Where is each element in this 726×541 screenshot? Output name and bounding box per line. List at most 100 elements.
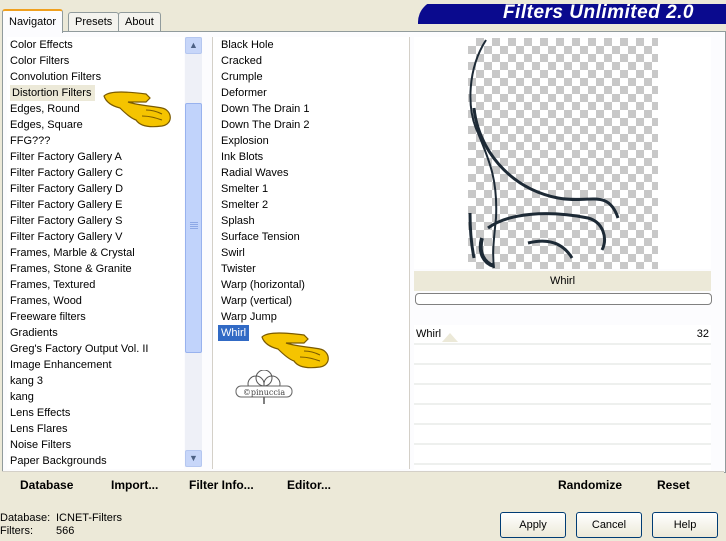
filter-item[interactable]: Smelter 2 [213, 197, 409, 213]
tab-presets[interactable]: Presets [68, 12, 120, 31]
filter-item[interactable]: Ink Blots [213, 149, 409, 165]
filter-item[interactable]: Smelter 1 [213, 181, 409, 197]
category-item[interactable]: Convolution Filters [7, 69, 184, 85]
category-item[interactable]: Filter Factory Gallery S [7, 213, 184, 229]
filter-item[interactable]: Surface Tension [213, 229, 409, 245]
cancel-button[interactable]: Cancel [576, 512, 642, 538]
help-button[interactable]: Help [652, 512, 718, 538]
bottom-toolbar: Database Import... Filter Info... Editor… [2, 471, 724, 498]
filter-label: Surface Tension [221, 231, 300, 243]
scroll-up-button[interactable]: ▲ [185, 37, 202, 54]
empty-slider-row [414, 405, 711, 425]
category-label: Gradients [10, 327, 58, 339]
filter-item[interactable]: Warp (vertical) [213, 293, 409, 309]
category-item[interactable]: Filter Factory Gallery V [7, 229, 184, 245]
pointing-hand-icon [103, 91, 171, 128]
filter-label: Down The Drain 2 [221, 119, 310, 131]
category-item[interactable]: FFG??? [7, 133, 184, 149]
filters-label: Filters: [0, 525, 33, 537]
database-value: ICNET-Filters [56, 512, 122, 524]
category-item[interactable]: Frames, Wood [7, 293, 184, 309]
editor-button[interactable]: Editor... [287, 478, 331, 492]
filter-label: Cracked [221, 55, 262, 67]
database-button[interactable]: Database [20, 478, 73, 492]
filter-label: Warp (horizontal) [221, 279, 305, 291]
category-label: Filter Factory Gallery D [10, 183, 124, 195]
filter-item[interactable]: Down The Drain 2 [213, 117, 409, 133]
category-item[interactable]: Color Effects [7, 37, 184, 53]
filter-label: Whirl [218, 325, 250, 341]
category-item[interactable]: kang [7, 389, 184, 405]
scroll-down-button[interactable]: ▼ [185, 450, 202, 467]
tab-navigator[interactable]: Navigator [2, 9, 64, 33]
category-item[interactable]: Paper Backgrounds [7, 453, 184, 469]
category-item[interactable]: Filter Factory Gallery A [7, 149, 184, 165]
filter-item[interactable]: Swirl [213, 245, 409, 261]
category-item[interactable]: Greg's Factory Output Vol. II [7, 341, 184, 357]
filter-item[interactable]: Cracked [213, 53, 409, 69]
scroll-thumb[interactable] [185, 103, 202, 353]
slider-row[interactable]: Whirl 32 [414, 325, 711, 345]
category-scrollbar[interactable]: ▲ ▼ [185, 37, 202, 467]
category-item[interactable]: Lens Flares [7, 421, 184, 437]
category-item[interactable]: Frames, Marble & Crystal [7, 245, 184, 261]
category-item[interactable]: Lens Effects [7, 405, 184, 421]
category-label: Lens Effects [10, 407, 71, 419]
category-item[interactable]: Frames, Textured [7, 277, 184, 293]
preview-image [468, 38, 658, 269]
filter-item[interactable]: Black Hole [213, 37, 409, 53]
category-item[interactable]: Filter Factory Gallery C [7, 165, 184, 181]
filter-item[interactable]: Crumple [213, 69, 409, 85]
grip-icon [190, 222, 198, 223]
category-label: FFG??? [10, 135, 51, 147]
title-banner: Filters Unlimited 2.0 [412, 0, 726, 24]
category-item[interactable]: Image Enhancement [7, 357, 184, 373]
filter-label: Smelter 1 [221, 183, 269, 195]
pointing-hand-icon-2 [261, 332, 329, 369]
randomize-button[interactable]: Randomize [558, 478, 622, 492]
category-item[interactable]: Gradients [7, 325, 184, 341]
filter-item[interactable]: Deformer [213, 85, 409, 101]
category-label: Noise Filters [10, 439, 72, 451]
filter-item[interactable]: Down The Drain 1 [213, 101, 409, 117]
filter-item[interactable]: Radial Waves [213, 165, 409, 181]
category-label: Filter Factory Gallery S [10, 215, 123, 227]
category-item[interactable]: kang 3 [7, 373, 184, 389]
filters-value: 566 [56, 525, 75, 537]
filter-label: Down The Drain 1 [221, 103, 310, 115]
filter-item[interactable]: Warp (horizontal) [213, 277, 409, 293]
empty-slider-row [414, 365, 711, 385]
category-label: Convolution Filters [10, 71, 102, 83]
import-button[interactable]: Import... [111, 478, 158, 492]
filter-label: Swirl [221, 247, 245, 259]
category-label: kang 3 [10, 375, 44, 387]
tab-bar: Navigator Presets About Filters Unlimite… [0, 0, 726, 33]
filter-label: Ink Blots [221, 151, 264, 163]
filter-item[interactable]: Splash [213, 213, 409, 229]
empty-slider-row [414, 445, 711, 465]
filter-label: Warp Jump [221, 311, 277, 323]
filter-label: Crumple [221, 71, 263, 83]
category-item[interactable]: Color Filters [7, 53, 184, 69]
category-item[interactable]: Freeware filters [7, 309, 184, 325]
filter-info-button[interactable]: Filter Info... [189, 478, 254, 492]
filter-item[interactable]: Twister [213, 261, 409, 277]
filter-label: Radial Waves [221, 167, 289, 179]
category-item[interactable]: Filter Factory Gallery D [7, 181, 184, 197]
category-label: Image Enhancement [10, 359, 112, 371]
category-item[interactable]: Filter Factory Gallery E [7, 197, 184, 213]
database-label: Database: [0, 512, 51, 524]
app-title: Filters Unlimited 2.0 [502, 2, 694, 23]
reset-button[interactable]: Reset [657, 478, 690, 492]
apply-button[interactable]: Apply [500, 512, 566, 538]
category-item[interactable]: Frames, Stone & Granite [7, 261, 184, 277]
slider-thumb[interactable] [442, 333, 458, 342]
category-label: Filter Factory Gallery V [10, 231, 123, 243]
tab-about[interactable]: About [118, 12, 161, 31]
filter-label: Deformer [221, 87, 267, 99]
filter-item[interactable]: Warp Jump [213, 309, 409, 325]
filter-item[interactable]: Explosion [213, 133, 409, 149]
category-label: Color Filters [10, 55, 70, 67]
empty-slider-row [414, 385, 711, 405]
category-item[interactable]: Noise Filters [7, 437, 184, 453]
